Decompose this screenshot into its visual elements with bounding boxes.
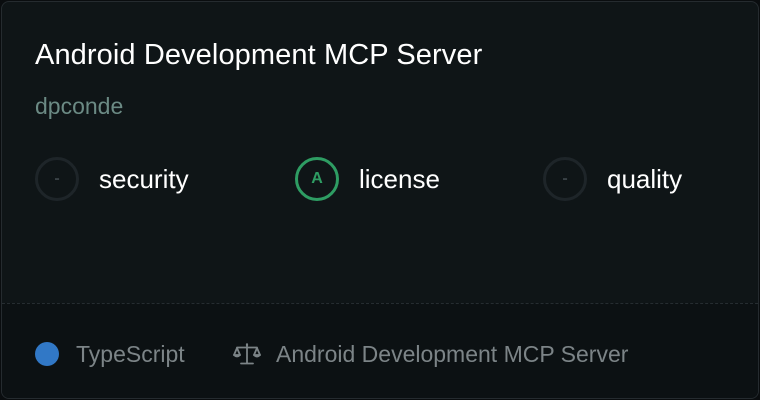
license-text: Android Development MCP Server: [276, 340, 629, 367]
score-row: - security A license - quality: [2, 155, 758, 203]
server-author[interactable]: dpconde: [35, 90, 123, 122]
license-grade-badge: A: [295, 157, 339, 201]
language-info: TypeScript: [35, 338, 185, 370]
license-label: license: [359, 163, 440, 194]
security-grade-badge: -: [35, 157, 79, 201]
license-info: Android Development MCP Server: [233, 338, 628, 370]
scale-icon: [233, 343, 261, 365]
server-title[interactable]: Android Development MCP Server: [35, 36, 482, 74]
language-label: TypeScript: [76, 340, 185, 367]
card-footer: TypeScript Android Development MCP Serve…: [2, 303, 758, 398]
quality-grade-badge: -: [543, 157, 587, 201]
language-color-dot: [35, 342, 59, 366]
score-license: A license: [295, 155, 440, 203]
score-quality: - quality: [543, 155, 682, 203]
server-card[interactable]: Android Development MCP Server dpconde -…: [1, 1, 759, 399]
security-label: security: [99, 163, 189, 194]
score-security: - security: [35, 155, 189, 203]
quality-label: quality: [607, 163, 683, 194]
